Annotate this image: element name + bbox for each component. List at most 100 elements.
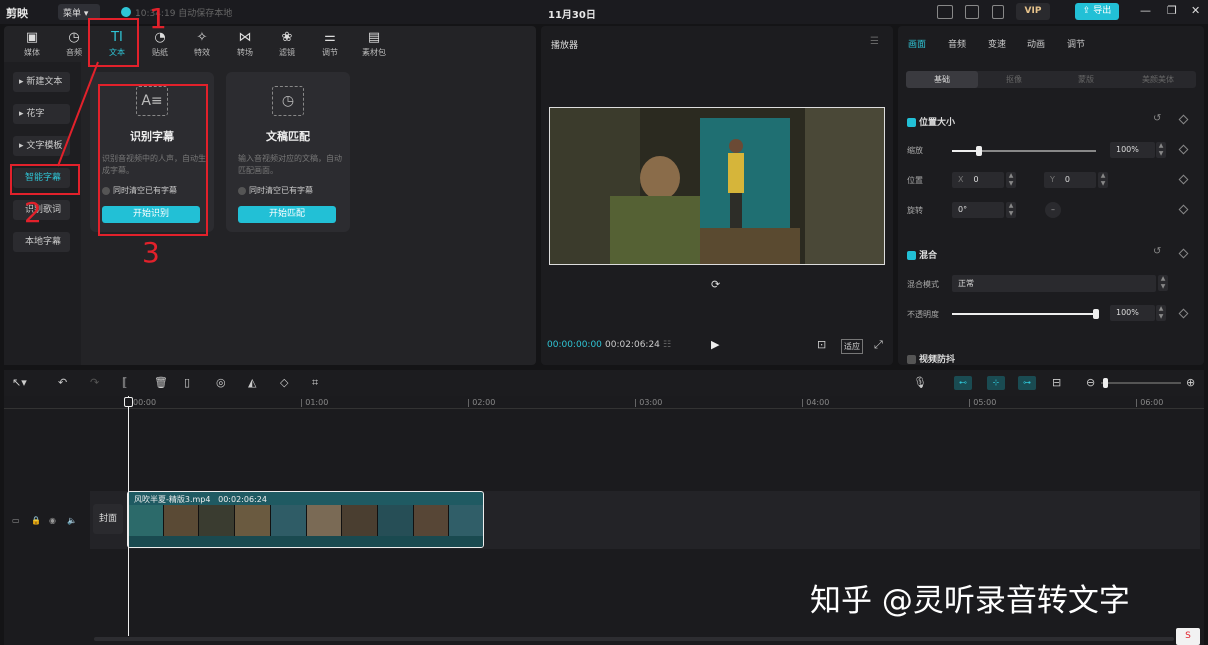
delete-icon[interactable]: 🗑 [154,376,168,389]
rotate-dial-icon[interactable]: – [1045,202,1061,218]
timeline-scrollbar[interactable] [94,637,1174,641]
segment-basic[interactable]: 基础 [906,71,978,88]
playhead-handle[interactable] [124,397,133,407]
keyframe-icon[interactable] [1178,114,1189,125]
rotate-stepper[interactable]: ▲ ▼ [1006,202,1016,218]
keyframe-icon[interactable] [1178,174,1189,185]
zoom-slider[interactable] [1101,382,1181,384]
tab-audio-props[interactable]: 音频 [948,37,966,50]
position-y-stepper[interactable]: ▲ ▼ [1098,172,1108,188]
track-video-icon[interactable]: ▭ [12,516,20,525]
segment-keying[interactable]: 抠像 [978,71,1050,88]
export-button[interactable]: ⇪ 导出 [1075,3,1119,20]
position-x-input[interactable]: X0 [952,172,1004,188]
position-y-input[interactable]: Y0 [1044,172,1096,188]
tab-package[interactable]: ▤ 素材包 [356,30,392,60]
cover-button[interactable]: 封面 [93,504,123,534]
reset-icon[interactable]: ↺ [1153,246,1161,257]
rotate-preview-icon[interactable]: ⟳ [711,278,720,291]
clear-captions-checkbox[interactable]: 同时清空已有字幕 [238,185,313,196]
undo-icon[interactable]: ↶ [58,376,67,389]
blend-mode-select[interactable]: 正常 [952,275,1156,292]
package-icon: ▤ [367,30,381,45]
track-mute-icon[interactable]: 🔈 [67,516,77,525]
freeze-icon[interactable]: ▯ [184,376,190,389]
scale-stepper[interactable]: ▲ ▼ [1156,142,1166,158]
microphone-icon[interactable]: 🎙 [913,376,927,389]
mirror-icon[interactable]: ◭ [248,376,256,389]
preview-axis-icon[interactable]: ⊟ [1052,376,1061,389]
vip-button[interactable]: VIP [1016,3,1050,20]
stabilize-toggle[interactable]: 视频防抖 [907,352,955,365]
blend-mode-dropdown-icon[interactable]: ▲ ▼ [1158,275,1168,291]
track-lock-icon[interactable]: 🔒 [31,516,41,525]
linkage-icon[interactable]: ⊶ [1018,376,1036,390]
zoom-out-icon[interactable]: ⊖ [1086,376,1095,389]
opacity-slider-handle[interactable] [1093,309,1099,319]
zoom-slider-handle[interactable] [1103,378,1108,388]
tab-filter-label: 滤镜 [279,48,295,57]
video-preview[interactable] [549,107,885,265]
ruler-tick: | 02:00 [467,398,496,407]
timeline-grid-icon[interactable]: ☷ [663,340,671,350]
select-cursor-icon[interactable]: ↖▾ [12,376,27,389]
playhead-line[interactable] [128,396,129,636]
player-menu-icon[interactable]: ☰ [870,36,879,47]
keyboard-shortcut-icon[interactable] [937,5,953,19]
reverse-icon[interactable]: ◎ [216,376,226,389]
section-title: 视频防抖 [919,355,956,365]
crop-icon[interactable]: ⌗ [312,376,318,390]
tab-media[interactable]: ▣ 媒体 [14,30,50,60]
keyframe-icon[interactable] [1178,144,1189,155]
auto-snap-icon[interactable]: ⊹ [987,376,1005,390]
zoom-in-icon[interactable]: ⊕ [1186,376,1195,389]
tab-picture[interactable]: 画面 [908,37,926,50]
opacity-input[interactable]: 100% [1110,305,1155,321]
tab-effects[interactable]: ✧ 特效 [184,30,220,60]
start-match-button[interactable]: 开始匹配 [238,206,336,223]
close-icon[interactable]: ✕ [1191,4,1200,17]
rotate-input[interactable]: 0° [952,202,1004,218]
layout-icon[interactable] [965,5,979,19]
rotate-icon[interactable]: ◇ [280,376,288,389]
tab-speed[interactable]: 变速 [988,37,1006,50]
settings-icon[interactable] [992,5,1004,19]
time-ruler[interactable]: 00:00 | 01:00 | 02:00 | 03:00 | 04:00 | … [4,396,1204,409]
screenshot-icon[interactable]: ⊡ [817,338,826,351]
blend-toggle[interactable]: 混合 [907,248,937,261]
basic-segment-control: 基础 抠像 蒙版 美颜美体 [906,71,1196,88]
fullscreen-icon[interactable]: ⤢ [874,338,883,352]
timeline-toolbar: ↖▾ ↶ ↷ ⟦ 🗑 ▯ ◎ ◭ ◇ ⌗ 🎙 ⊷ ⊹ ⊶ ⊟ ⊖ ⊕ [4,370,1204,396]
track-visibility-icon[interactable]: ◉ [49,516,56,525]
video-clip[interactable]: 风吹半夏-精版3.mp4 00:02:06:24 [127,491,484,548]
keyframe-icon[interactable] [1178,248,1189,259]
reset-icon[interactable]: ↺ [1153,113,1161,124]
segment-beauty[interactable]: 美颜美体 [1122,71,1194,88]
maximize-icon[interactable]: ❐ [1167,4,1177,17]
redo-icon[interactable]: ↷ [90,376,99,389]
segment-mask[interactable]: 蒙版 [1050,71,1122,88]
keyframe-icon[interactable] [1178,308,1189,319]
filter-icon: ❀ [281,30,293,45]
scale-input[interactable]: 100% [1110,142,1155,158]
tab-filter[interactable]: ❀ 滤镜 [269,30,305,60]
opacity-stepper[interactable]: ▲ ▼ [1156,305,1166,321]
position-size-toggle[interactable]: 位置大小 [907,115,955,128]
ruler-tick-label: 05:00 [973,398,997,407]
tab-transition-label: 转场 [237,48,253,57]
split-icon[interactable]: ⟦ [122,376,127,389]
tab-adjust-props[interactable]: 调节 [1067,37,1085,50]
keyframe-icon[interactable] [1178,204,1189,215]
tab-adjust[interactable]: ⚌ 调节 [312,30,348,60]
fit-ratio-button[interactable]: 适应 [841,339,863,354]
tab-audio[interactable]: ◷ 音频 [56,30,92,60]
tab-animation[interactable]: 动画 [1027,37,1045,50]
minimize-icon[interactable]: — [1140,4,1151,17]
main-track-magnet-icon[interactable]: ⊷ [954,376,972,390]
sidebar-item-local-captions[interactable]: 本地字幕 [13,232,70,252]
tab-transition[interactable]: ⋈ 转场 [227,30,263,60]
position-x-stepper[interactable]: ▲ ▼ [1006,172,1016,188]
section-title: 混合 [919,251,938,261]
scale-slider-handle[interactable] [976,146,983,156]
play-icon[interactable]: ▶ [711,338,719,351]
